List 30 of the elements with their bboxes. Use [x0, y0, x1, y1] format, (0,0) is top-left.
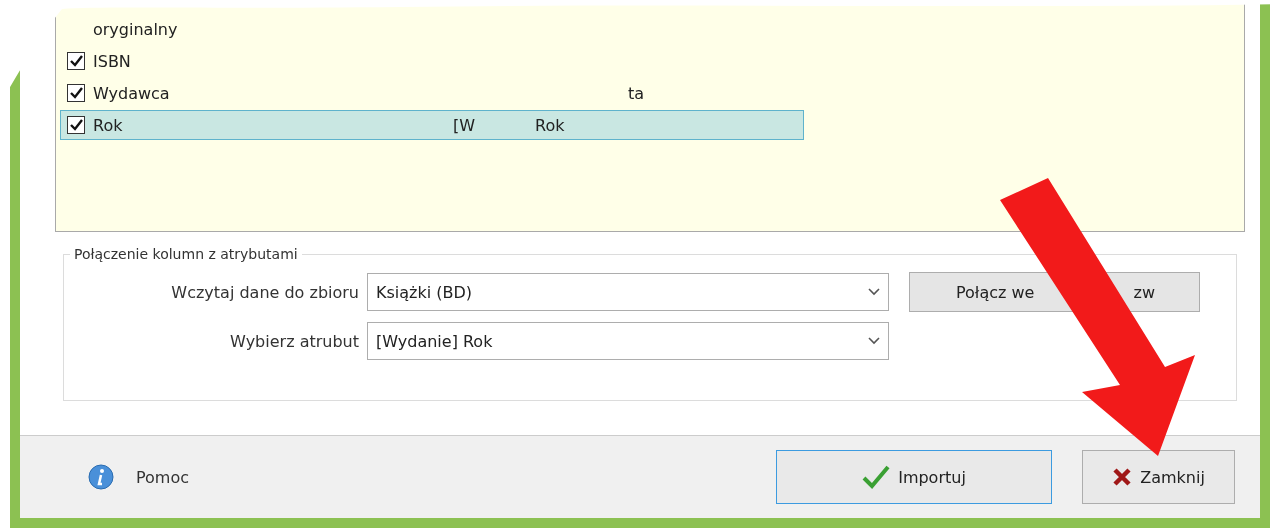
dropdown[interactable]: Książki (BD) — [367, 273, 889, 311]
checkbox[interactable] — [67, 84, 85, 102]
attribute-name: ta — [628, 83, 645, 103]
list-row[interactable]: ISBN — [60, 46, 804, 76]
checkbox[interactable] — [67, 116, 85, 134]
field-label: Wybierz atrubut — [229, 331, 359, 351]
column-name: Wydawca — [93, 83, 170, 103]
checkmark-icon — [862, 465, 891, 489]
checkbox[interactable] — [67, 52, 85, 70]
import-button[interactable]: Importuj — [776, 450, 1052, 504]
attribute-name: [W — [453, 115, 476, 135]
attribute-name: Rok — [535, 115, 565, 135]
check-mark-icon — [69, 119, 83, 131]
column-name: Rok — [93, 115, 123, 135]
help-link[interactable]: Pomoc — [136, 467, 190, 487]
chevron-down-icon — [868, 288, 880, 296]
check-mark-icon — [69, 87, 83, 99]
group-title: Połączenie kolumn z atrybutami — [73, 246, 299, 262]
close-icon — [1112, 467, 1133, 487]
chevron-down-icon — [868, 337, 880, 345]
column-name: oryginalny — [93, 19, 178, 39]
field-label: Wczytaj dane do zbioru — [170, 282, 359, 302]
info-icon[interactable] — [88, 464, 114, 490]
list-row[interactable]: Wydawca ta — [60, 78, 804, 108]
dropdown[interactable]: [Wydanie] Rok — [367, 322, 889, 360]
list-row[interactable]: oryginalny — [60, 14, 804, 44]
check-mark-icon — [69, 55, 83, 67]
column-name: ISBN — [93, 51, 131, 71]
list-row[interactable]: Rok [W Rok — [60, 110, 804, 140]
close-button[interactable]: Zamknij — [1082, 450, 1235, 504]
